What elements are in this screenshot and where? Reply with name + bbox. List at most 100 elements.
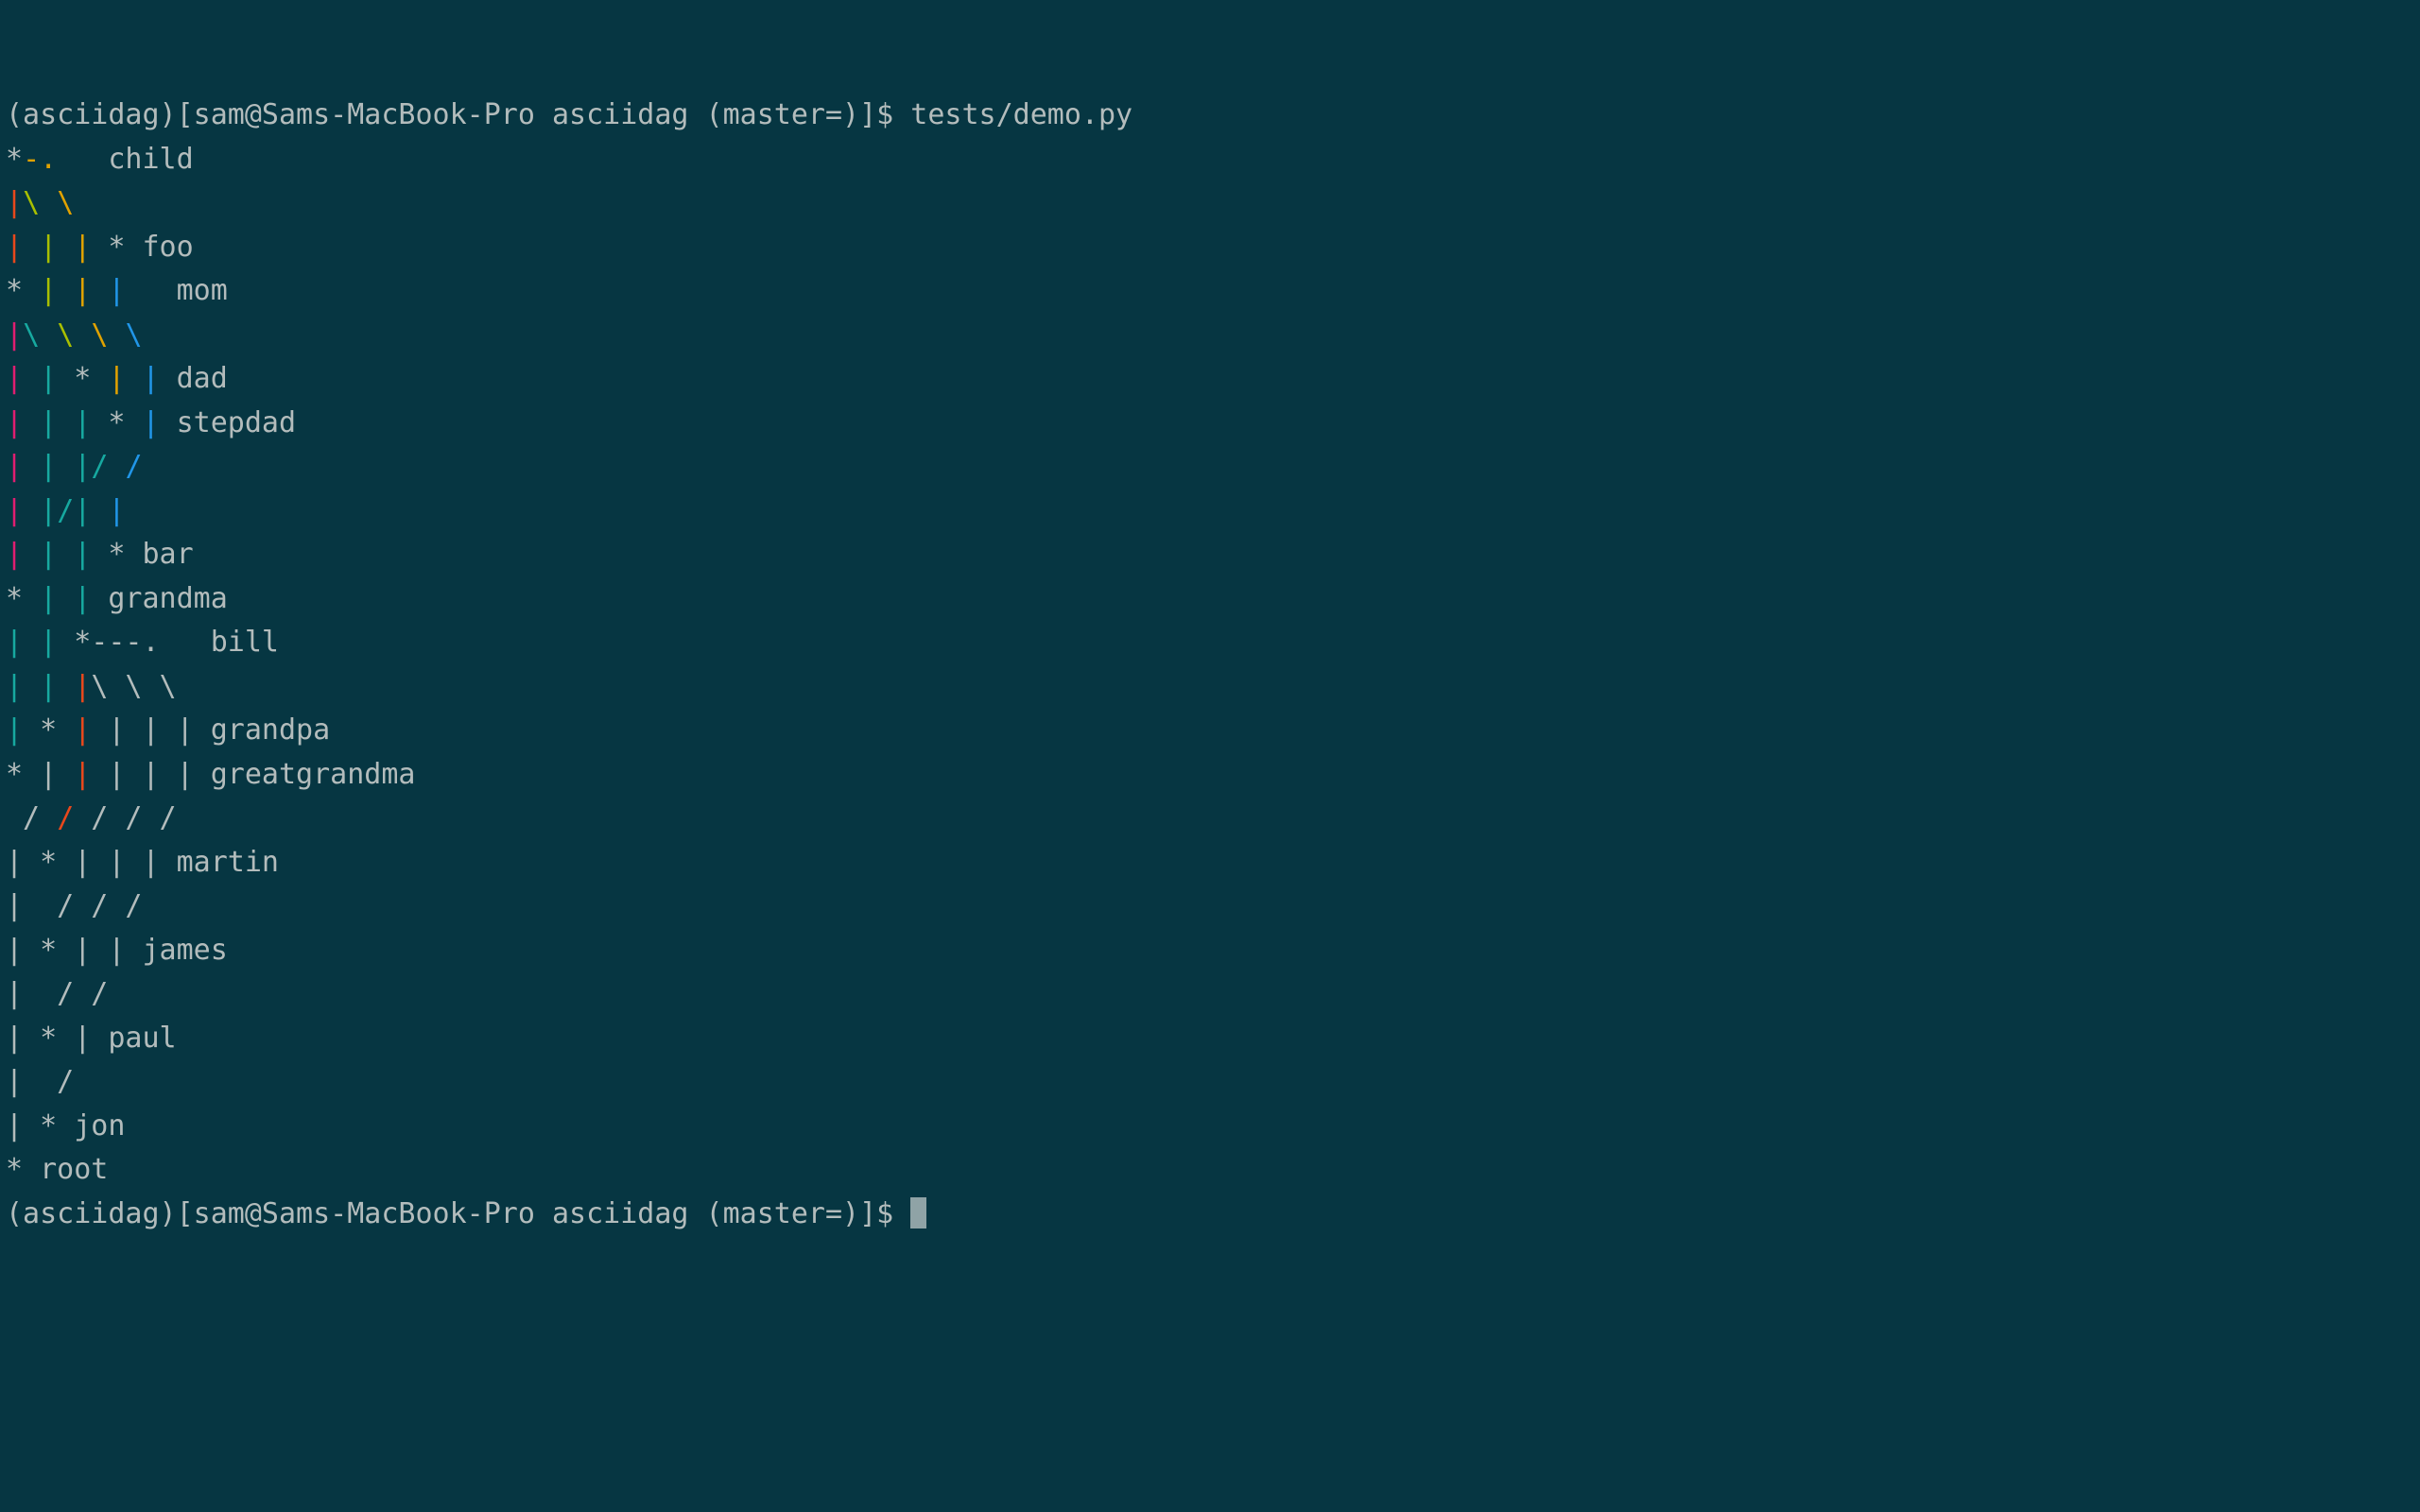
text-span: | (6, 450, 24, 483)
row-martin: | * | | | martin (6, 841, 2420, 885)
text-span: | * | paul (6, 1021, 177, 1055)
text-span: | (142, 405, 160, 439)
text-span (57, 582, 74, 615)
text-span: \ (23, 186, 41, 219)
text-span: | (6, 230, 24, 264)
text-span: / (125, 450, 143, 483)
text-span (74, 318, 91, 352)
text-span: / (6, 801, 58, 834)
text-span: | (74, 538, 92, 571)
text-span: * (6, 274, 41, 307)
text-span: * (6, 142, 24, 176)
text-span: | (108, 274, 126, 307)
row-edge-4: | |/| | (6, 490, 2420, 534)
text-span: child (57, 142, 194, 176)
text-span: mom (125, 274, 228, 307)
text-span: | (74, 230, 92, 264)
text-span: | / / (6, 977, 109, 1010)
text-span (23, 538, 40, 571)
text-span: | (74, 450, 92, 483)
text-span: \ (57, 318, 75, 352)
row-paul: | * | paul (6, 1017, 2420, 1061)
row-edge-9: | / (6, 1060, 2420, 1105)
row-grandma: * | | grandma (6, 577, 2420, 622)
text-span: | (74, 274, 92, 307)
text-span: | (40, 493, 58, 527)
text-span (23, 406, 40, 439)
text-span (91, 274, 108, 307)
row-edge-6: / / / / / (6, 797, 2420, 841)
text-span: | (74, 405, 92, 439)
row-foo: | | | * foo (6, 226, 2420, 270)
text-span: | (6, 405, 24, 439)
text-span: | * jon (6, 1108, 126, 1143)
text-span: | (40, 581, 58, 615)
text-span (23, 231, 40, 264)
text-span: | (40, 538, 58, 571)
text-span: | (6, 362, 24, 395)
text-span (91, 494, 108, 527)
text-span (125, 362, 142, 395)
text-span: * (91, 405, 143, 439)
text-span: -. (23, 142, 58, 176)
row-root: * root (6, 1148, 2420, 1193)
text-span: \ (91, 318, 109, 352)
row-bill: | | *---. bill (6, 621, 2420, 665)
text-span: / / / (74, 801, 177, 834)
text-span: | (108, 362, 126, 395)
text-span: | / / / (6, 889, 143, 922)
text-span: / (91, 450, 109, 483)
text-span: | * | | | martin (6, 845, 279, 879)
row-mom: * | | | mom (6, 269, 2420, 314)
text-span: \ (125, 318, 143, 352)
text-span: \ (23, 318, 41, 352)
text-span (57, 450, 74, 483)
row-grandpa: | * | | | | grandpa (6, 709, 2420, 753)
text-span: | (74, 669, 92, 703)
text-span: | (6, 713, 24, 747)
text-span: \ (57, 186, 75, 219)
prompt-line-top: (asciidag)[sam@Sams-MacBook-Pro asciidag… (6, 94, 2420, 138)
text-span: | (74, 713, 92, 747)
text-span: | (142, 362, 160, 395)
text-span: grandma (91, 581, 228, 615)
text-span: / (57, 493, 75, 527)
text-span (108, 450, 125, 483)
text-cursor (910, 1196, 927, 1228)
text-span: | | | greatgrandma (91, 757, 416, 791)
row-edge-8: | / / (6, 972, 2420, 1017)
text-span (57, 274, 74, 307)
text-span (57, 538, 74, 571)
row-edge-1: |\ \ (6, 181, 2420, 226)
row-stepdad: | | | * | stepdad (6, 402, 2420, 446)
text-span: | * | | james (6, 933, 228, 967)
row-dad: | | * | | dad (6, 357, 2420, 402)
row-bar: | | | * bar (6, 533, 2420, 577)
text-span: * bar (91, 538, 194, 571)
row-edge-2: |\ \ \ \ (6, 314, 2420, 358)
text-span: *---. bill (57, 626, 279, 659)
row-child: *-. child (6, 138, 2420, 182)
text-span: | (6, 626, 24, 659)
text-span: | (6, 186, 24, 219)
text-span: | (74, 581, 92, 615)
text-span: * root (6, 1153, 109, 1186)
row-james: | * | | james (6, 929, 2420, 973)
row-edge-5: | | |\ \ \ (6, 665, 2420, 710)
row-jon: | * jon (6, 1105, 2420, 1149)
text-span (40, 318, 57, 352)
text-span: | (40, 274, 58, 307)
text-span: \ \ \ (91, 669, 177, 703)
text-span (23, 670, 40, 703)
row-edge-7: | / / / (6, 885, 2420, 929)
text-span (23, 450, 40, 483)
text-span: | (108, 493, 126, 527)
text-span: | (6, 538, 24, 571)
text-span: | | | grandpa (91, 713, 331, 747)
text-span: * (57, 362, 109, 395)
text-span: | (74, 493, 92, 527)
text-span (57, 670, 74, 703)
terminal-window[interactable]: (asciidag)[sam@Sams-MacBook-Pro asciidag… (0, 0, 2420, 1512)
text-span: * (6, 581, 41, 615)
text-span: / (57, 801, 75, 834)
